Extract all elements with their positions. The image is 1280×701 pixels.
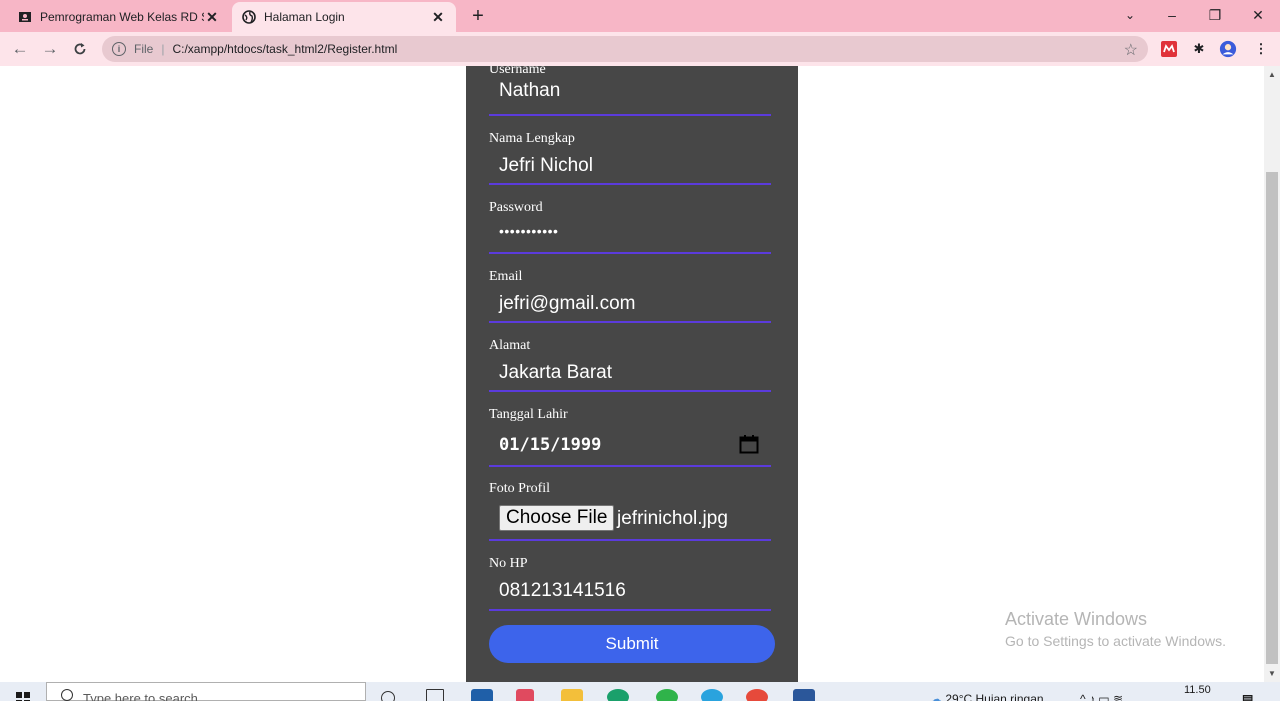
- info-icon[interactable]: i: [112, 42, 126, 56]
- submit-button[interactable]: Submit: [489, 625, 775, 663]
- reload-icon: [74, 43, 86, 55]
- field-label: Username: [489, 66, 546, 77]
- field-underline: [489, 539, 771, 541]
- field-underline: [489, 252, 771, 254]
- field-label: Foto Profil: [489, 481, 551, 496]
- field-email: Email jefri@gmail.com: [489, 267, 771, 323]
- weather-widget[interactable]: ☁ 29°C Hujan ringan: [930, 692, 1044, 701]
- activate-windows-subtitle: Go to Settings to activate Windows.: [1005, 633, 1226, 649]
- field-label: Tanggal Lahir: [489, 407, 568, 422]
- minimize-button[interactable]: –: [1152, 0, 1192, 30]
- field-tanggal-lahir: Tanggal Lahir 01/15/1999: [489, 405, 771, 467]
- reload-button[interactable]: [67, 36, 93, 62]
- url-text: C:/xampp/htdocs/task_html2/Register.html: [172, 42, 398, 56]
- scrollbar-thumb[interactable]: [1266, 172, 1278, 664]
- file-explorer-icon[interactable]: [561, 689, 583, 701]
- field-underline: [489, 390, 771, 392]
- field-label: Alamat: [489, 338, 531, 353]
- field-label: No HP: [489, 556, 528, 571]
- windows-start-icon[interactable]: [16, 692, 30, 701]
- telegram-icon[interactable]: [701, 689, 723, 701]
- forward-button[interactable]: →: [37, 36, 63, 62]
- field-username: Username Nathan: [489, 66, 771, 116]
- taskbar-clock[interactable]: 11.50: [1184, 684, 1211, 696]
- tab-pemrograman-web[interactable]: Pemrograman Web Kelas RD Sem ✕: [8, 2, 230, 32]
- close-tab-icon[interactable]: ✕: [204, 9, 220, 25]
- back-button[interactable]: ←: [7, 36, 33, 62]
- tab-title: Halaman Login: [264, 10, 345, 24]
- page-viewport: Username Nathan Nama Lengkap Jefri Nicho…: [0, 66, 1264, 682]
- browser-toolbar: ← → i File | C:/xampp/htdocs/task_html2/…: [0, 32, 1280, 66]
- search-icon: [61, 689, 73, 701]
- birthdate-input[interactable]: 01/15/1999: [499, 435, 601, 455]
- address-bar[interactable]: i File | C:/xampp/htdocs/task_html2/Regi…: [102, 36, 1148, 62]
- close-window-button[interactable]: ✕: [1238, 0, 1278, 30]
- tab-search-icon[interactable]: ⌄: [1110, 0, 1150, 30]
- taskbar-search-placeholder: Type here to search: [83, 691, 198, 701]
- cortana-icon[interactable]: [381, 691, 395, 701]
- chrome-browser-icon[interactable]: [746, 689, 768, 701]
- tab-strip: Pemrograman Web Kelas RD Sem ✕ Halaman L…: [0, 0, 1280, 32]
- globe-icon: [242, 10, 256, 24]
- store-app-icon[interactable]: [516, 689, 534, 701]
- phone-input[interactable]: 081213141516: [499, 580, 626, 602]
- close-tab-icon[interactable]: ✕: [430, 9, 446, 25]
- profile-avatar-icon[interactable]: [1219, 40, 1237, 58]
- weather-cloud-icon: ☁: [930, 692, 942, 701]
- word-app-icon[interactable]: [793, 689, 815, 701]
- fullname-input[interactable]: Jefri Nichol: [499, 155, 593, 177]
- choose-file-button[interactable]: Choose File: [499, 505, 615, 531]
- classroom-icon: [18, 10, 32, 24]
- system-tray-icons[interactable]: ^ ♪ ▭ ≋: [1080, 692, 1123, 701]
- notification-center-icon[interactable]: ▤: [1242, 692, 1253, 701]
- scroll-up-arrow-icon[interactable]: ▲: [1268, 70, 1276, 79]
- menu-kebab-icon[interactable]: ⋮: [1252, 40, 1270, 58]
- field-password: Password •••••••••••: [489, 198, 771, 254]
- password-input[interactable]: •••••••••••: [499, 223, 558, 239]
- mail-app-icon[interactable]: [471, 689, 493, 701]
- selected-file-name: jefrinichol.jpg: [617, 508, 728, 529]
- email-input[interactable]: jefri@gmail.com: [499, 293, 635, 315]
- windows-taskbar: Type here to search ☁ 29°C Hujan ringan …: [0, 682, 1280, 701]
- scroll-down-arrow-icon[interactable]: ▼: [1268, 669, 1276, 678]
- task-view-icon[interactable]: [426, 689, 444, 701]
- field-label: Email: [489, 269, 523, 284]
- field-underline: [489, 321, 771, 323]
- field-no-hp: No HP 081213141516: [489, 554, 771, 611]
- field-foto-profil: Foto Profil Choose File jefrinichol.jpg: [489, 479, 771, 541]
- extension-red-icon[interactable]: [1160, 40, 1178, 58]
- new-tab-button[interactable]: +: [466, 4, 490, 28]
- field-underline: [489, 465, 771, 467]
- extensions-puzzle-icon[interactable]: ✱: [1190, 40, 1208, 58]
- url-scheme: File: [134, 42, 154, 56]
- activate-windows-title: Activate Windows: [1005, 609, 1148, 629]
- field-nama-lengkap: Nama Lengkap Jefri Nichol: [489, 129, 771, 185]
- url-separator: |: [161, 42, 165, 56]
- register-form: Username Nathan Nama Lengkap Jefri Nicho…: [466, 66, 798, 682]
- field-alamat: Alamat Jakarta Barat: [489, 336, 771, 392]
- calendar-icon[interactable]: [739, 434, 759, 454]
- field-label: Password: [489, 200, 543, 215]
- maximize-button[interactable]: ❐: [1195, 0, 1235, 30]
- tab-halaman-login[interactable]: Halaman Login ✕: [232, 2, 456, 32]
- address-input[interactable]: Jakarta Barat: [499, 362, 612, 384]
- field-underline: [489, 114, 771, 116]
- edge-browser-icon[interactable]: [607, 689, 629, 701]
- taskbar-search-box[interactable]: Type here to search: [46, 682, 366, 701]
- tab-title: Pemrograman Web Kelas RD Sem: [40, 10, 204, 24]
- field-label: Nama Lengkap: [489, 131, 575, 146]
- weather-text: 29°C Hujan ringan: [945, 692, 1044, 701]
- field-underline: [489, 609, 771, 611]
- bookmark-star-icon[interactable]: ☆: [1124, 40, 1138, 60]
- field-underline: [489, 183, 771, 185]
- vertical-scrollbar[interactable]: ▲ ▼: [1264, 66, 1280, 682]
- username-input[interactable]: Nathan: [499, 80, 560, 102]
- whatsapp-icon[interactable]: [656, 689, 678, 701]
